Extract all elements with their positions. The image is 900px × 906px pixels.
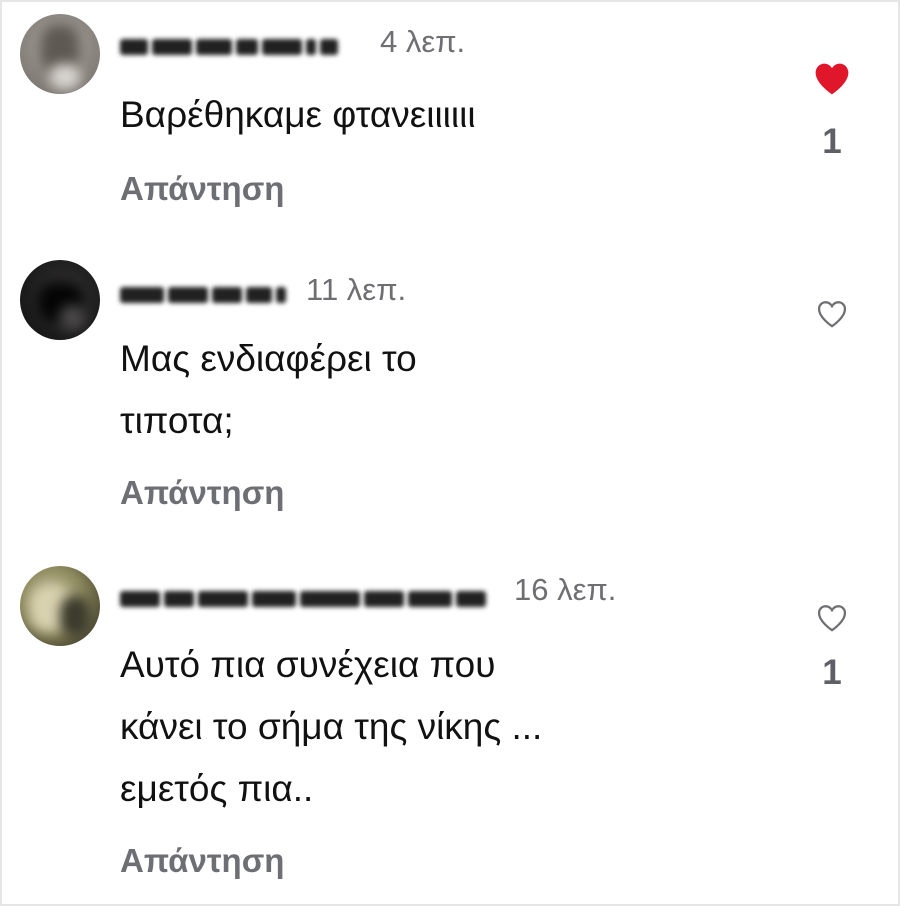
reply-button[interactable]: Απάντηση	[120, 474, 284, 512]
heart-filled-icon	[815, 63, 849, 95]
comment-text: Βαρέθηκαμε φτανειιιιιι	[120, 94, 476, 135]
comment-text: Μας ενδιαφέρει το τιποτα;	[120, 338, 417, 441]
like-button[interactable]	[812, 298, 852, 355]
like-count: 1	[822, 122, 842, 161]
username-redacted[interactable]	[120, 36, 370, 58]
username-redacted[interactable]	[120, 284, 310, 306]
reply-button[interactable]: Απάντηση	[120, 842, 284, 880]
like-count: 1	[822, 653, 842, 692]
comment-item: 16 λεπ. Αυτό πια συνέχεια που κάνει το σ…	[0, 556, 900, 906]
username-redacted[interactable]	[120, 588, 510, 610]
like-button[interactable]: 1	[812, 60, 852, 162]
like-button[interactable]: 1	[812, 602, 852, 693]
heart-outline-icon	[817, 301, 847, 328]
reply-button[interactable]: Απάντηση	[120, 170, 284, 208]
comment-text: Αυτό πια συνέχεια που κάνει το σήμα της …	[120, 644, 543, 809]
comment-timestamp: 16 λεπ.	[514, 572, 617, 607]
avatar[interactable]	[20, 14, 100, 94]
comment-item: 11 λεπ. Μας ενδιαφέρει το τιποτα; Απάντη…	[0, 248, 900, 548]
avatar[interactable]	[20, 260, 100, 340]
comment-timestamp: 4 λεπ.	[380, 24, 466, 59]
avatar[interactable]	[20, 566, 100, 646]
heart-outline-icon	[817, 605, 847, 632]
comment-item: 4 λεπ. Βαρέθηκαμε φτανειιιιιι Απάντηση 1	[0, 0, 900, 245]
comment-timestamp: 11 λεπ.	[306, 272, 407, 307]
